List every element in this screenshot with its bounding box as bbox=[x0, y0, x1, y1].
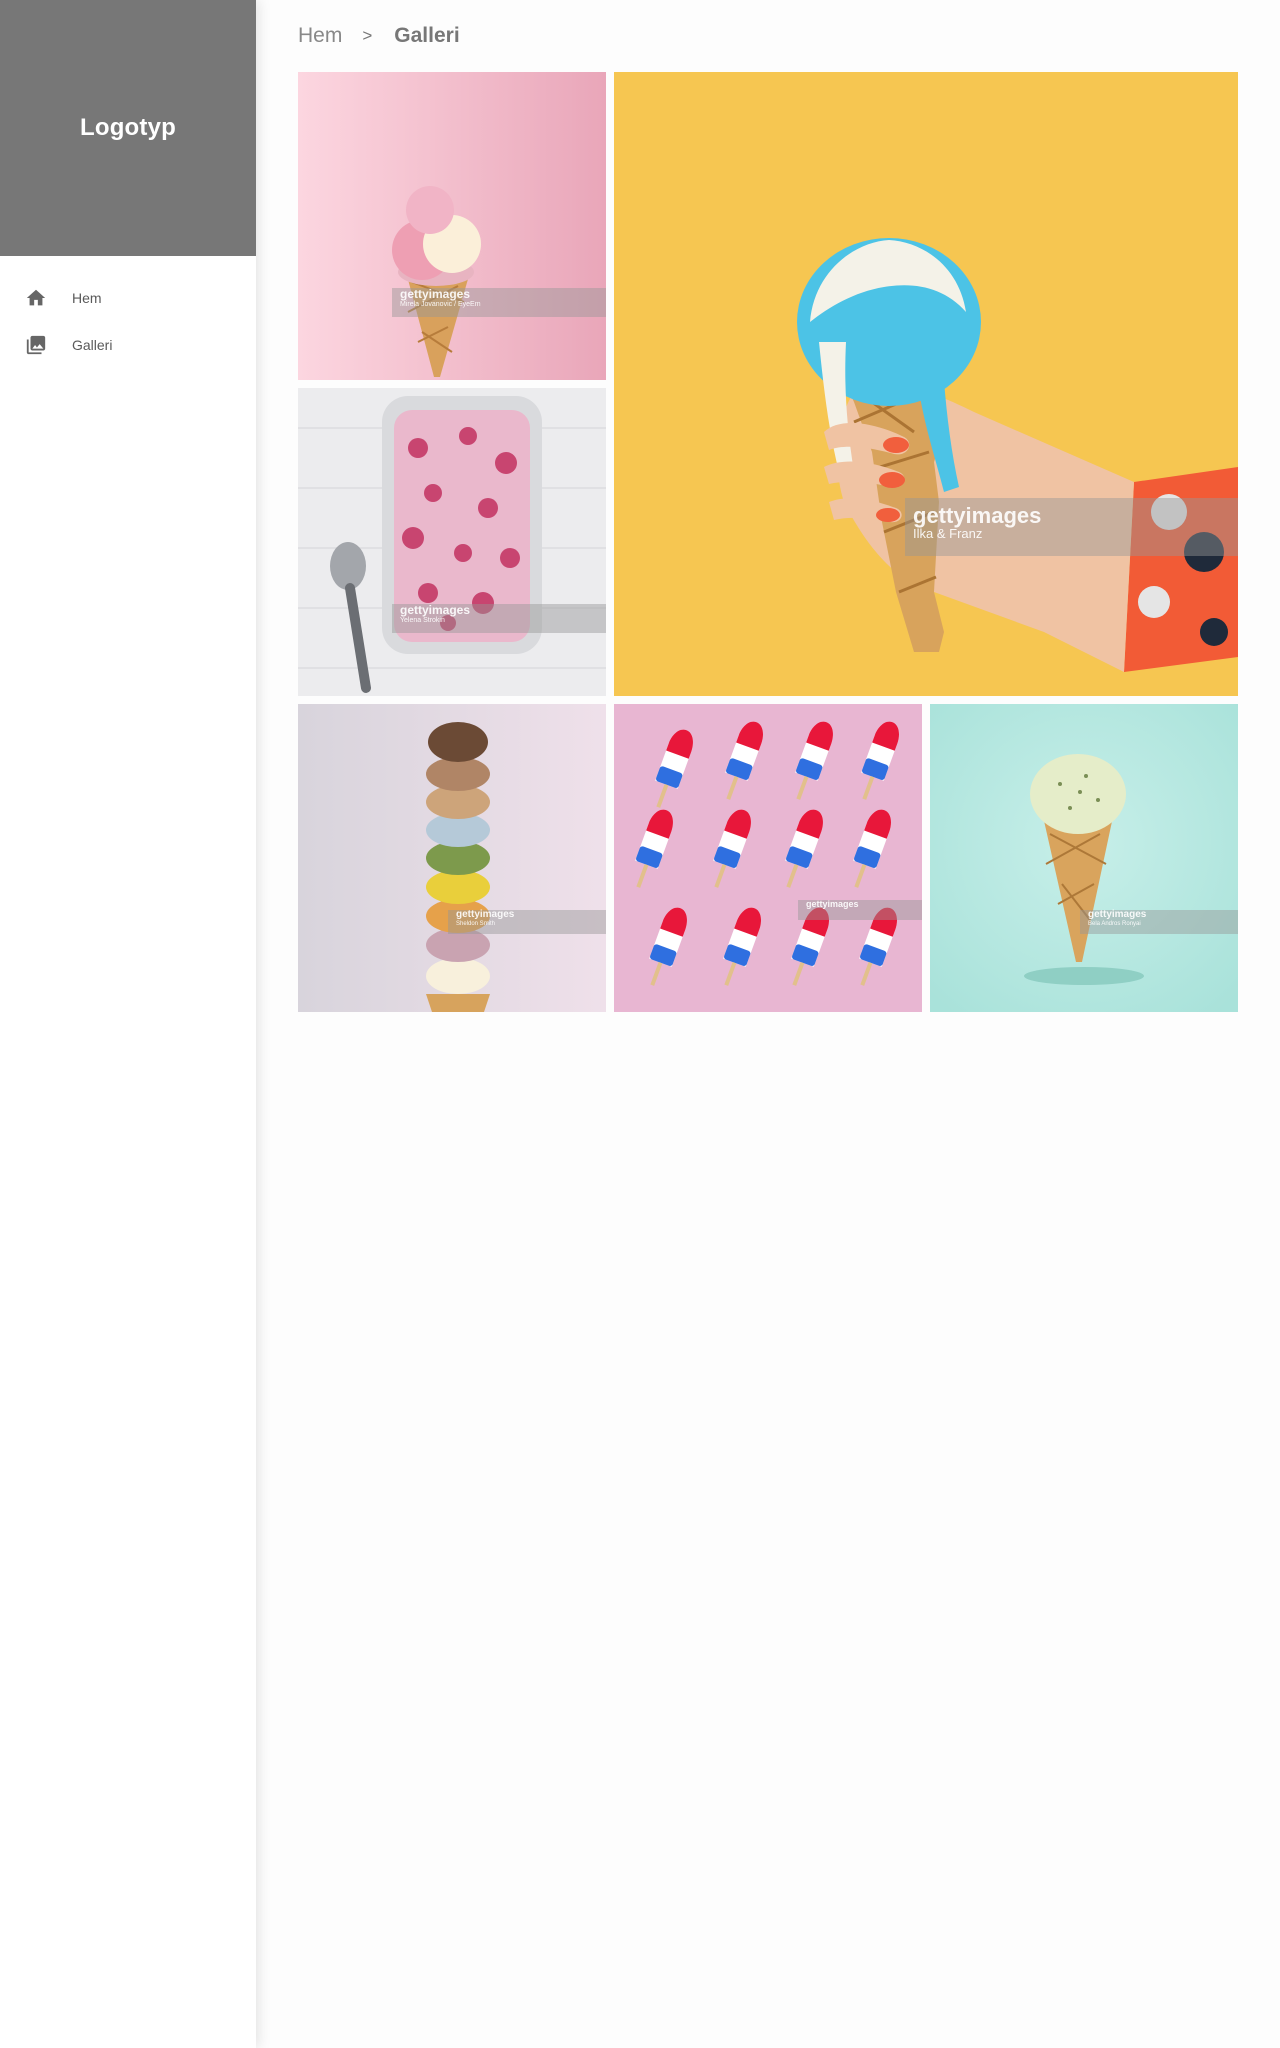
photo-library-icon bbox=[24, 333, 48, 357]
stacked-ice-cream-image bbox=[298, 704, 606, 1012]
sidebar-nav: Hem Galleri bbox=[0, 256, 256, 368]
breadcrumb-separator: > bbox=[362, 26, 373, 45]
watermark-brand: gettyimages bbox=[400, 287, 471, 301]
watermark: gettyimages Sheldon Smith bbox=[448, 909, 606, 934]
watermark-brand: gettyimages bbox=[400, 603, 471, 617]
watermark: gettyimages Mirela Jovanovic / EyeEm bbox=[392, 288, 606, 317]
watermark: gettyimages bbox=[798, 899, 922, 920]
rocket-popsicles-image bbox=[614, 704, 922, 1012]
watermark-credit: Mirela Jovanovic / EyeEm bbox=[400, 300, 481, 308]
watermark-credit: Yelena Strokin bbox=[400, 616, 445, 624]
watermark-brand: gettyimages bbox=[913, 503, 1042, 528]
watermark-brand: gettyimages bbox=[456, 909, 515, 920]
gallery-image-raspberry-ice-cream-tub[interactable]: gettyimages Yelena Strokin bbox=[298, 388, 606, 696]
watermark-brand: gettyimages bbox=[1088, 909, 1147, 920]
pistachio-ice-cream-cone-image bbox=[930, 704, 1238, 1012]
sidebar-item-hem[interactable]: Hem bbox=[0, 274, 256, 321]
home-icon bbox=[24, 286, 48, 310]
sidebar-item-label: Hem bbox=[72, 289, 102, 306]
watermark-credit: Sheldon Smith bbox=[456, 920, 496, 927]
melting-blue-ice-cream-image bbox=[614, 72, 1238, 696]
watermark-credit: Ilka & Franz bbox=[913, 526, 983, 542]
logo-text: Logotyp bbox=[79, 114, 177, 141]
image-gallery: gettyimages Mirela Jovanovic / EyeEm get… bbox=[298, 72, 1238, 1012]
gallery-image-pistachio-ice-cream-cone[interactable]: gettyimages Bela Andros Ronyai bbox=[930, 704, 1238, 1012]
gallery-image-rocket-popsicles[interactable]: gettyimages bbox=[614, 704, 922, 1012]
gallery-image-melting-blue-ice-cream[interactable]: gettyimages Ilka & Franz bbox=[614, 72, 1238, 696]
breadcrumb: Hem > Galleri bbox=[298, 0, 1238, 72]
pink-ice-cream-cone-image bbox=[298, 72, 606, 380]
logo[interactable]: Logotyp bbox=[0, 0, 256, 256]
raspberry-ice-cream-tub-image bbox=[298, 388, 606, 696]
watermark: gettyimages Bela Andros Ronyai bbox=[1080, 909, 1238, 934]
breadcrumb-current: Galleri bbox=[394, 24, 460, 47]
sidebar-item-galleri[interactable]: Galleri bbox=[0, 321, 256, 368]
watermark-brand: gettyimages bbox=[806, 899, 859, 909]
watermark-credit: Bela Andros Ronyai bbox=[1088, 920, 1141, 927]
gallery-image-stacked-ice-cream[interactable]: gettyimages Sheldon Smith bbox=[298, 704, 606, 1012]
breadcrumb-home-link[interactable]: Hem bbox=[298, 24, 342, 48]
watermark: gettyimages Yelena Strokin bbox=[392, 604, 606, 633]
main-content: Hem > Galleri gettyimages Mirela Jovanov… bbox=[298, 0, 1238, 1012]
gallery-image-pink-ice-cream-cone[interactable]: gettyimages Mirela Jovanovic / EyeEm bbox=[298, 72, 606, 380]
sidebar: Logotyp Hem Galleri bbox=[0, 0, 256, 2048]
sidebar-item-label: Galleri bbox=[72, 336, 113, 353]
watermark: gettyimages Ilka & Franz bbox=[905, 498, 1238, 556]
